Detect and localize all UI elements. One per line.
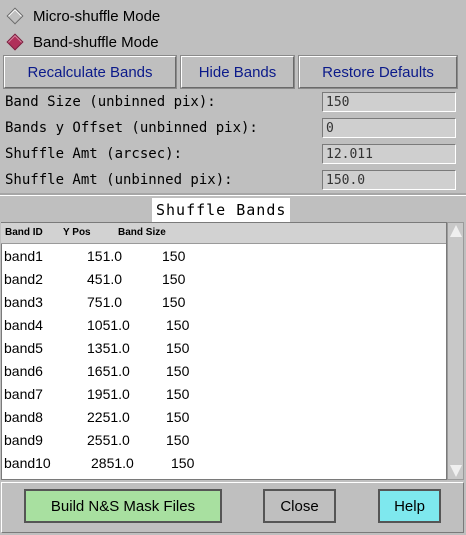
cell-ypos: 1651.0 [87,363,130,379]
table-row[interactable]: band7 1951.0 150 [2,383,446,406]
scroll-up-arrow-icon[interactable] [450,225,462,237]
radio-diamond-icon [6,7,24,25]
column-header-band-size: Band Size [118,227,166,238]
band-size-label: Band Size (unbinned pix): [5,94,216,110]
cell-ypos: 751.0 [87,294,123,310]
table-row[interactable]: band8 2251.0 150 [2,406,446,429]
cell-size: 150 [162,248,186,264]
section-title: Shuffle Bands [152,198,291,222]
hide-bands-button[interactable]: Hide Bands [180,55,295,89]
radio-label: Micro-shuffle Mode [33,7,161,25]
cell-size: 150 [166,386,190,402]
cell-ypos: 2551.0 [87,432,130,448]
cell-id: band5 [4,340,43,356]
recalculate-bands-button[interactable]: Recalculate Bands [3,55,177,89]
divider [0,193,466,196]
shuffle-pix-input[interactable] [322,170,456,190]
cell-ypos: 151.0 [87,248,123,264]
radio-micro-shuffle[interactable]: Micro-shuffle Mode [6,5,160,27]
cell-ypos: 451.0 [87,271,123,287]
cell-id: band2 [4,271,43,287]
bands-offset-label: Bands y Offset (unbinned pix): [5,120,258,136]
table-row[interactable]: band10 2851.0 150 [2,452,446,475]
cell-id: band1 [4,248,43,264]
cell-size: 150 [162,271,186,287]
shuffle-arcsec-input[interactable] [322,144,456,164]
table-row[interactable]: band6 1651.0 150 [2,360,446,383]
column-header-y-pos: Y Pos [63,227,91,238]
cell-id: band10 [4,455,51,471]
band-size-input[interactable] [322,92,456,112]
cell-size: 150 [166,432,190,448]
build-mask-files-button[interactable]: Build N&S Mask Files [24,489,222,523]
table-row[interactable]: band5 1351.0 150 [2,337,446,360]
table-row[interactable]: band4 1051.0 150 [2,314,446,337]
scroll-down-arrow-icon[interactable] [450,465,462,477]
shuffle-pix-label: Shuffle Amt (unbinned pix): [5,172,233,188]
table-row[interactable]: band9 2551.0 150 [2,429,446,452]
cell-ypos: 1051.0 [87,317,130,333]
cell-id: band7 [4,386,43,402]
cell-id: band3 [4,294,43,310]
radio-diamond-selected-icon [6,33,24,51]
cell-ypos: 2851.0 [91,455,134,471]
cell-size: 150 [166,317,190,333]
cell-size: 150 [162,294,186,310]
list-header: Band ID Y Pos Band Size [1,223,446,244]
table-row[interactable]: band2 451.0 150 [2,268,446,291]
radio-band-shuffle[interactable]: Band-shuffle Mode [6,31,159,53]
close-button[interactable]: Close [263,489,336,523]
table-row[interactable]: band1 151.0 150 [2,245,446,268]
table-row[interactable]: band3 751.0 150 [2,291,446,314]
cell-ypos: 1351.0 [87,340,130,356]
bands-offset-input[interactable] [322,118,456,138]
list-scrollbar[interactable] [447,222,464,480]
restore-defaults-button[interactable]: Restore Defaults [298,55,458,89]
cell-size: 150 [166,363,190,379]
cell-ypos: 1951.0 [87,386,130,402]
cell-id: band8 [4,409,43,425]
column-header-band-id: Band ID [5,227,43,238]
cell-size: 150 [171,455,195,471]
cell-id: band4 [4,317,43,333]
cell-id: band9 [4,432,43,448]
cell-size: 150 [166,340,190,356]
cell-size: 150 [166,409,190,425]
shuffle-arcsec-label: Shuffle Amt (arcsec): [5,146,183,162]
cell-id: band6 [4,363,43,379]
cell-ypos: 2251.0 [87,409,130,425]
radio-label: Band-shuffle Mode [33,33,159,51]
help-button[interactable]: Help [378,489,441,523]
